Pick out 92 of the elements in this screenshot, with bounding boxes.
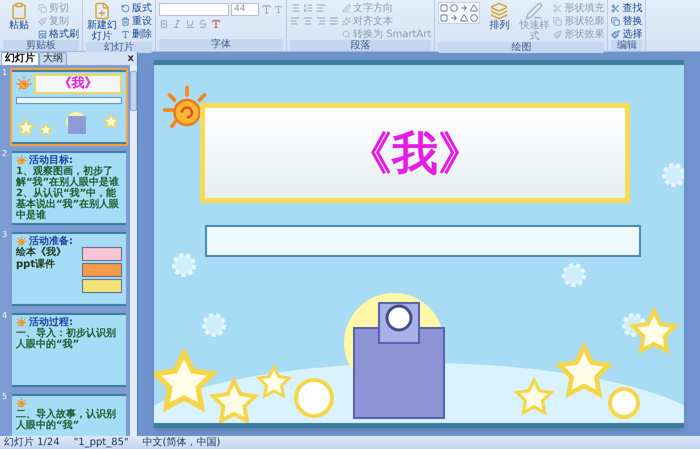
ribbon-button-icon — [121, 4, 130, 12]
align-right-icon[interactable] — [316, 16, 326, 26]
ribbon-button-icon — [553, 16, 562, 26]
slide-number: 1 — [2, 68, 8, 79]
ribbon-group-label: 段落 — [290, 40, 432, 51]
slide-title: 《我》 — [346, 124, 484, 182]
ribbon-button-icon — [10, 2, 28, 20]
ribbon-button-icon — [38, 16, 47, 26]
ribbon-small-button[interactable]: 查找 — [611, 2, 642, 14]
align-center-icon[interactable] — [303, 16, 313, 26]
justify-icon[interactable] — [329, 16, 339, 26]
ribbon-button-icon — [93, 2, 111, 20]
oval-shape-icon[interactable] — [450, 4, 458, 12]
ribbon-button-icon — [342, 4, 351, 12]
slide-number: 4 — [2, 311, 8, 322]
font-color-icon[interactable] — [211, 19, 221, 29]
ribbon-button-icon — [553, 4, 562, 12]
font-name-field[interactable] — [159, 3, 229, 16]
slide-bullet-text: 一、导入：初步认识别人眼中的“我” — [16, 328, 117, 350]
panel-tab[interactable]: 大纲 — [39, 52, 67, 65]
panel-tab[interactable]: 幻灯片 — [1, 52, 39, 65]
sun-icon — [16, 155, 27, 166]
slide-number: 2 — [2, 149, 8, 160]
slide-bullet-text: 绘本《我》 — [16, 247, 66, 258]
title-box: 《我》 — [34, 74, 122, 94]
ribbon-button-icon — [611, 16, 620, 26]
ribbon-group-label: 编辑 — [611, 40, 642, 51]
ribbon-button-icon — [121, 16, 130, 26]
indent-icon[interactable] — [316, 3, 326, 13]
bullet-list-icon[interactable] — [290, 3, 300, 13]
ribbon-button-icon — [121, 30, 130, 38]
slide-bullet-text: 2、从认识“我”中，能基本说出“我”在别人眼中是谁 — [16, 188, 120, 221]
ribbon-group-label: 剪贴板 — [3, 40, 79, 51]
ribbon-button-icon — [342, 30, 351, 38]
status-text: "1_ppt_85" — [74, 436, 129, 448]
ribbon-small-button[interactable]: 重设 — [121, 15, 152, 27]
ribbon-large-button[interactable]: 粘贴 — [3, 2, 35, 31]
ribbon-group-label: 绘图 — [438, 42, 604, 53]
slide-thumbnail[interactable]: 《我》 — [10, 68, 128, 146]
slide-thumbnail[interactable]: 活动目标: 1、观察图画，初步了解“我”在别人眼中是谁 2、从认识“我”中，能基本说出“我”在别人眼中是谁 — [10, 149, 128, 227]
sun-icon — [16, 76, 32, 92]
sun-icon — [16, 236, 27, 247]
status-text: 幻灯片 1/24 — [4, 436, 60, 448]
slide-bullet-text: 二、导入故事，认识别人眼中的“我” — [16, 409, 117, 431]
ribbon-small-button[interactable]: 格式刷 — [38, 28, 79, 40]
ribbon-button-icon — [553, 30, 562, 38]
slide-thumbnail[interactable]: 活动准备: 绘本《我》 ppt课件 — [10, 230, 128, 308]
picture-book-page — [82, 279, 122, 293]
ribbon-button-icon — [38, 30, 47, 38]
slide-bullet-text: ppt课件 — [16, 259, 56, 271]
sun-icon — [16, 317, 27, 328]
close-button[interactable]: x — [128, 53, 136, 65]
italic-icon[interactable] — [172, 19, 182, 29]
ribbon-button-icon — [490, 2, 508, 20]
arrow-shape-icon[interactable] — [450, 14, 458, 22]
ribbon-button-icon — [342, 16, 351, 26]
slide-number: 3 — [2, 230, 8, 241]
arrow-shape-icon[interactable] — [460, 4, 468, 12]
slide-bullet-text: 1、观察图画，初步了解“我”在别人眼中是谁 — [16, 166, 120, 188]
slide-heading: 活动准备: — [29, 236, 73, 247]
ribbon-group-label: 幻灯片 — [86, 42, 152, 53]
grow-font-icon[interactable] — [261, 4, 272, 15]
ribbon-button-icon — [611, 4, 620, 12]
oval-shape-icon[interactable] — [470, 14, 478, 22]
ribbon-large-button[interactable]: 排列 — [483, 2, 516, 31]
slide-thumbnail[interactable]: 活动过程: 一、导入：初步认识别人眼中的“我” — [10, 311, 128, 389]
ribbon-group-label: 字体 — [159, 39, 283, 50]
ribbon-button-icon — [611, 30, 620, 38]
picture-book-page — [82, 263, 122, 277]
numbered-list-icon[interactable] — [303, 3, 313, 13]
slide-heading: 活动过程: — [29, 317, 73, 328]
ribbon-small-button[interactable]: 选择 — [611, 28, 642, 40]
ribbon-large-button[interactable]: 新建幻灯片 — [86, 2, 118, 42]
align-left-icon[interactable] — [290, 16, 300, 26]
ribbon-small-button[interactable]: 替换 — [611, 15, 642, 27]
scrollbar[interactable] — [130, 65, 137, 436]
ribbon-small-button[interactable]: 版式 — [121, 2, 152, 14]
shrink-font-icon[interactable] — [274, 5, 283, 14]
bold-icon[interactable] — [159, 19, 169, 29]
ribbon-small-button[interactable]: 删除 — [121, 28, 152, 40]
slide-thumbnail[interactable]: 二、导入故事，认识别人眼中的“我” — [10, 392, 128, 436]
sun-icon — [16, 398, 27, 409]
scrollbar-thumb[interactable] — [130, 71, 137, 111]
underline-icon[interactable] — [185, 19, 195, 29]
ribbon-button-icon — [525, 2, 544, 20]
slide-number: 5 — [2, 392, 8, 403]
slide-heading: 活动目标: — [29, 155, 73, 166]
ribbon-button-icon — [38, 4, 47, 12]
shapes-gallery[interactable] — [438, 2, 480, 24]
picture-book-page — [82, 247, 122, 261]
status-text: 中文(简体，中国) — [142, 436, 220, 448]
strikethrough-icon[interactable] — [198, 19, 208, 29]
